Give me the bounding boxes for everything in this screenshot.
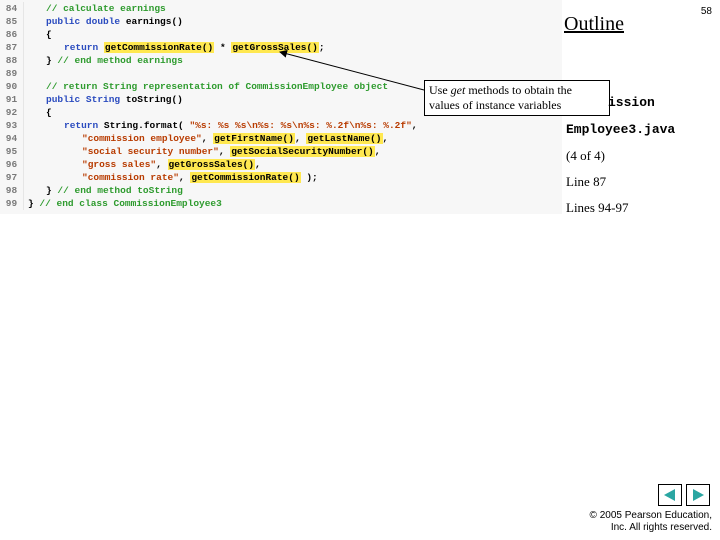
line-number: 98 (0, 184, 24, 197)
highlight-getGrossSales: getGrossSales() (168, 159, 256, 170)
line-ref-94-97: Lines 94-97 (566, 200, 628, 216)
highlight-getLastName: getLastName() (306, 133, 382, 144)
line-number: 90 (0, 80, 24, 93)
highlight-getCommissionRate: getCommissionRate() (190, 172, 300, 183)
line-number: 97 (0, 171, 24, 184)
highlight-getGrossSales: getGrossSales() (231, 42, 319, 53)
line-number: 84 (0, 2, 24, 15)
nav-buttons (658, 484, 710, 506)
filename-label: Employee3.java (566, 122, 675, 137)
line-number: 91 (0, 93, 24, 106)
highlight-getFirstName: getFirstName() (213, 133, 295, 144)
line-number: 93 (0, 119, 24, 132)
line-number: 99 (0, 197, 24, 210)
line-number: 86 (0, 28, 24, 41)
footer-line-2: Inc. All rights reserved. (590, 522, 712, 534)
line-number: 85 (0, 15, 24, 28)
line-number: 96 (0, 158, 24, 171)
line-ref-87: Line 87 (566, 174, 606, 190)
callout-italic: get (451, 83, 466, 97)
line-number: 95 (0, 145, 24, 158)
outline-heading: Outline (564, 13, 624, 36)
highlight-getCommissionRate: getCommissionRate() (104, 42, 214, 53)
prev-button[interactable] (658, 484, 682, 506)
line-number: 87 (0, 41, 24, 54)
next-button[interactable] (686, 484, 710, 506)
triangle-left-icon (663, 488, 677, 502)
triangle-right-icon (691, 488, 705, 502)
line-number: 89 (0, 67, 24, 80)
filename-fragment: ission (608, 95, 655, 110)
highlight-getSocialSecurityNumber: getSocialSecurityNumber() (230, 146, 375, 157)
callout-text-2: methods to obtain the (465, 83, 572, 97)
page-count: (4 of 4) (566, 148, 605, 164)
callout-box: Use get methods to obtain the values of … (424, 80, 610, 116)
footer-line-1: © 2005 Pearson Education, (590, 510, 712, 522)
line-number: 88 (0, 54, 24, 67)
line-number: 94 (0, 132, 24, 145)
slide-number: 58 (701, 6, 712, 17)
line-number: 92 (0, 106, 24, 119)
callout-text-1: Use (429, 83, 451, 97)
copyright-footer: © 2005 Pearson Education, Inc. All right… (590, 510, 712, 534)
callout-text-3: values of instance variables (429, 98, 561, 112)
